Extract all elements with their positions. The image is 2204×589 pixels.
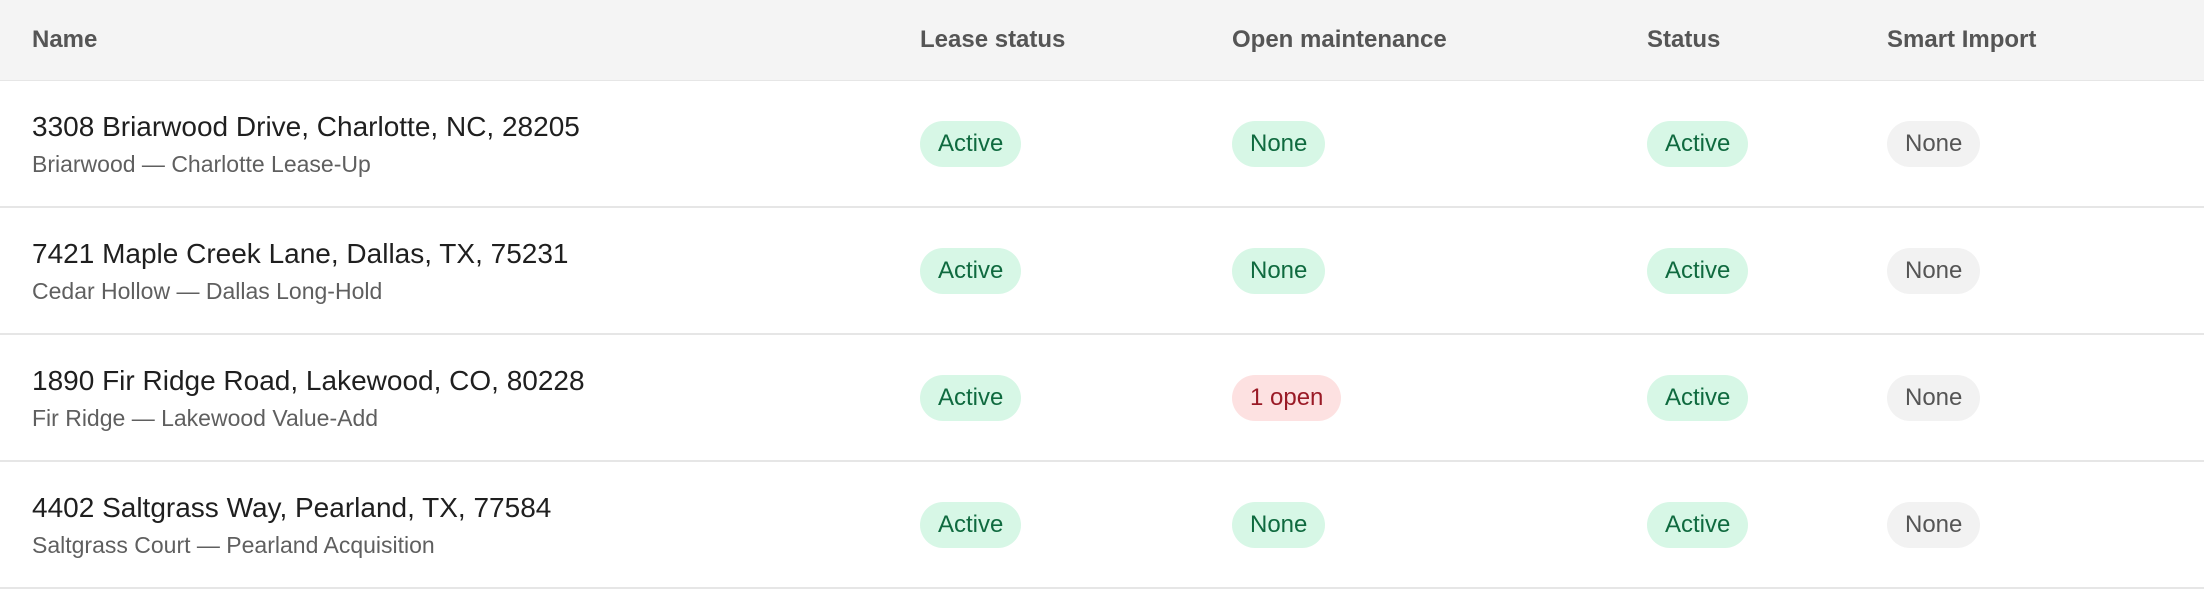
status-badge: Active xyxy=(1647,501,1749,548)
status-cell: Active xyxy=(1647,374,1887,421)
lease-status-badge: Active xyxy=(920,374,1022,421)
maintenance-badge: None xyxy=(1232,501,1326,548)
maintenance-badge: None xyxy=(1232,247,1326,294)
header-name[interactable]: Name xyxy=(0,26,920,54)
property-address[interactable]: 7421 Maple Creek Lane, Dallas, TX, 75231 xyxy=(32,237,920,271)
status-badge: Active xyxy=(1647,374,1749,421)
maintenance-badge: None xyxy=(1232,120,1326,167)
header-status[interactable]: Status xyxy=(1647,26,1887,54)
name-cell: 1890 Fir Ridge Road, Lakewood, CO, 80228… xyxy=(0,364,920,432)
header-smart-import[interactable]: Smart Import xyxy=(1887,26,2204,54)
status-badge: Active xyxy=(1647,120,1749,167)
open-maintenance-cell: None xyxy=(1232,501,1647,548)
property-name: Saltgrass Court — Pearland Acquisition xyxy=(32,531,435,558)
status-cell: Active xyxy=(1647,120,1887,167)
header-lease-status[interactable]: Lease status xyxy=(920,26,1232,54)
smart-import-cell: None xyxy=(1887,501,2204,548)
smart-import-badge: None xyxy=(1887,501,1981,548)
smart-import-cell: None xyxy=(1887,247,2204,294)
table-row[interactable]: 3308 Briarwood Drive, Charlotte, NC, 282… xyxy=(0,81,2204,208)
name-cell: 3308 Briarwood Drive, Charlotte, NC, 282… xyxy=(0,110,920,178)
name-cell: 7421 Maple Creek Lane, Dallas, TX, 75231… xyxy=(0,237,920,305)
open-maintenance-cell: None xyxy=(1232,247,1647,294)
maintenance-badge: 1 open xyxy=(1232,374,1342,421)
lease-status-cell: Active xyxy=(920,247,1232,294)
name-cell: 4402 Saltgrass Way, Pearland, TX, 77584 … xyxy=(0,491,920,559)
status-cell: Active xyxy=(1647,247,1887,294)
property-address[interactable]: 4402 Saltgrass Way, Pearland, TX, 77584 xyxy=(32,491,920,525)
properties-table: Name Lease status Open maintenance Statu… xyxy=(0,0,2204,589)
lease-status-cell: Active xyxy=(920,120,1232,167)
property-address[interactable]: 1890 Fir Ridge Road, Lakewood, CO, 80228 xyxy=(32,364,920,398)
property-name: Cedar Hollow — Dallas Long-Hold xyxy=(32,277,383,304)
smart-import-cell: None xyxy=(1887,374,2204,421)
lease-status-badge: Active xyxy=(920,120,1022,167)
table-row[interactable]: 4402 Saltgrass Way, Pearland, TX, 77584 … xyxy=(0,462,2204,589)
smart-import-badge: None xyxy=(1887,120,1981,167)
property-name: Fir Ridge — Lakewood Value-Add xyxy=(32,404,379,431)
lease-status-cell: Active xyxy=(920,501,1232,548)
status-cell: Active xyxy=(1647,501,1887,548)
table-row[interactable]: 7421 Maple Creek Lane, Dallas, TX, 75231… xyxy=(0,208,2204,335)
property-name: Briarwood — Charlotte Lease-Up xyxy=(32,150,371,177)
smart-import-badge: None xyxy=(1887,247,1981,294)
table-header: Name Lease status Open maintenance Statu… xyxy=(0,0,2204,81)
status-badge: Active xyxy=(1647,247,1749,294)
open-maintenance-cell: 1 open xyxy=(1232,374,1647,421)
lease-status-cell: Active xyxy=(920,374,1232,421)
open-maintenance-cell: None xyxy=(1232,120,1647,167)
lease-status-badge: Active xyxy=(920,501,1022,548)
table-row[interactable]: 1890 Fir Ridge Road, Lakewood, CO, 80228… xyxy=(0,335,2204,462)
property-address[interactable]: 3308 Briarwood Drive, Charlotte, NC, 282… xyxy=(32,110,920,144)
smart-import-badge: None xyxy=(1887,374,1981,421)
lease-status-badge: Active xyxy=(920,247,1022,294)
smart-import-cell: None xyxy=(1887,120,2204,167)
header-open-maintenance[interactable]: Open maintenance xyxy=(1232,26,1647,54)
